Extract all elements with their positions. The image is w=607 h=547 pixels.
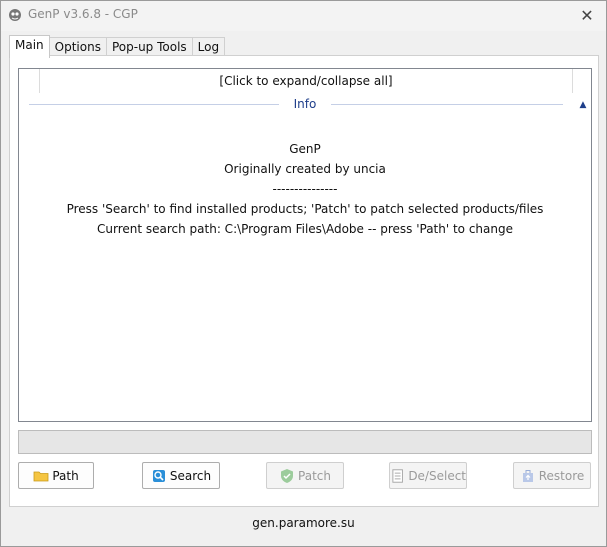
main-tab-panel: [Click to expand/collapse all] Info ▲ Ge… xyxy=(9,55,599,507)
info-text-block: GenP Originally created by uncia -------… xyxy=(19,139,591,239)
action-buttons: Path Search Patch De/Select Restore xyxy=(18,462,598,492)
title-bar[interactable]: GenP v3.6.8 - CGP ✕ xyxy=(1,1,606,31)
close-icon: ✕ xyxy=(580,5,594,25)
product-list[interactable]: [Click to expand/collapse all] Info ▲ Ge… xyxy=(18,68,592,422)
info-line: Press 'Search' to find installed product… xyxy=(66,202,544,216)
path-button[interactable]: Path xyxy=(18,462,94,489)
search-button-label: Search xyxy=(169,468,212,483)
folder-icon xyxy=(33,471,49,481)
genp-window: GenP v3.6.8 - CGP ✕ Main Options Pop-up … xyxy=(0,0,607,547)
tab-bar: Main Options Pop-up Tools Log xyxy=(9,35,226,58)
search-button[interactable]: Search xyxy=(142,462,220,489)
checklist-icon xyxy=(392,468,403,483)
tab-main[interactable]: Main xyxy=(9,35,50,58)
restore-button-label: Restore xyxy=(538,468,585,483)
search-icon xyxy=(152,469,165,482)
info-line: Originally created by uncia xyxy=(224,162,386,176)
tab-options[interactable]: Options xyxy=(48,37,107,57)
deselect-button-label: De/Select xyxy=(408,468,466,483)
tab-log[interactable]: Log xyxy=(191,37,226,57)
path-button-label: Path xyxy=(52,468,79,483)
restore-button[interactable]: Restore xyxy=(513,462,591,489)
app-logo-icon xyxy=(9,9,21,21)
restore-icon xyxy=(522,469,533,482)
group-header-info[interactable]: Info ▲ xyxy=(29,97,586,113)
window-title: GenP v3.6.8 - CGP xyxy=(28,7,138,21)
group-title: Info xyxy=(293,97,317,111)
progress-bar xyxy=(18,430,592,454)
expand-collapse-all[interactable]: [Click to expand/collapse all] xyxy=(39,69,573,93)
info-line: Current search path: C:\Program Files\Ad… xyxy=(96,222,513,236)
info-line: --------------- xyxy=(272,182,338,196)
shield-icon xyxy=(281,468,294,483)
info-line: GenP xyxy=(289,142,321,156)
patch-button-label: Patch xyxy=(298,468,331,483)
tab-popup-tools[interactable]: Pop-up Tools xyxy=(105,37,193,57)
patch-button[interactable]: Patch xyxy=(266,462,344,489)
collapse-chevron-icon[interactable]: ▲ xyxy=(577,99,589,111)
close-button[interactable]: ✕ xyxy=(574,3,600,27)
website-link[interactable]: gen.paramore.su xyxy=(1,516,606,530)
deselect-button[interactable]: De/Select xyxy=(389,462,467,489)
